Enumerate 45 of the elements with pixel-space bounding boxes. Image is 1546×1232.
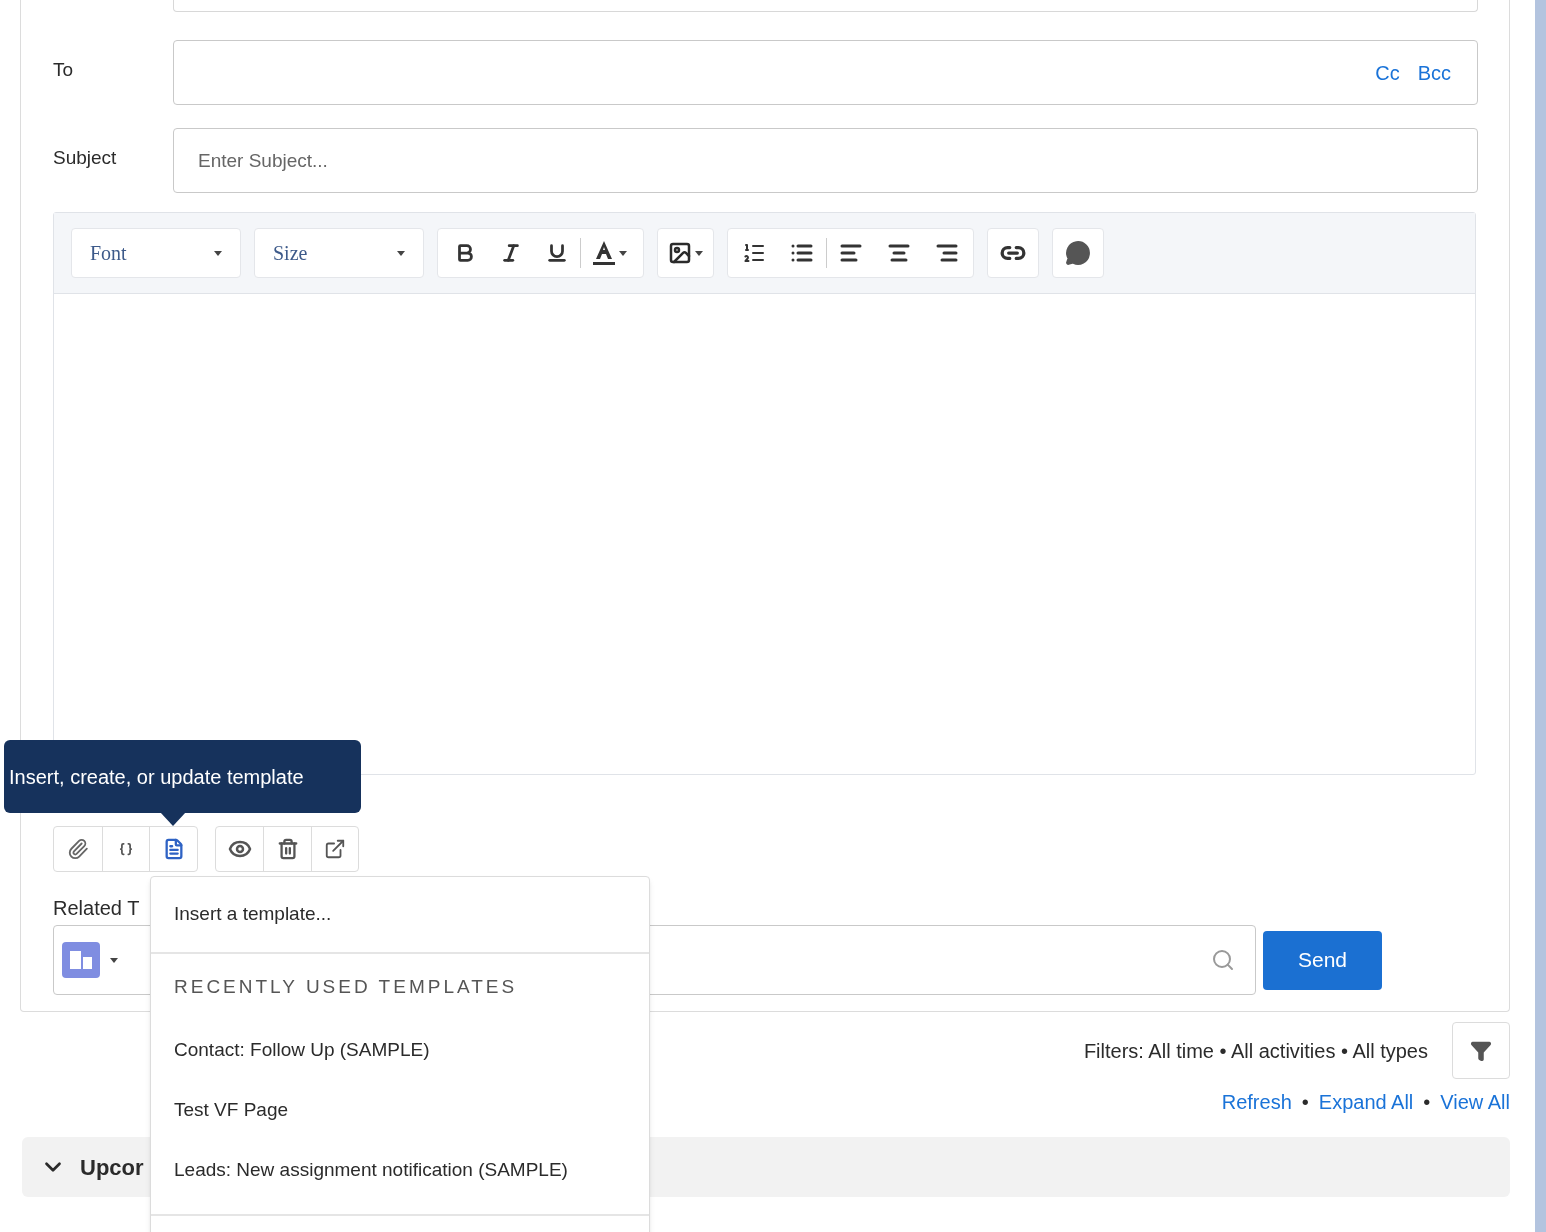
- filter-icon: [1470, 1039, 1492, 1062]
- size-dropdown[interactable]: Size: [254, 228, 424, 278]
- filter-button[interactable]: [1452, 1022, 1510, 1079]
- cc-link[interactable]: Cc: [1375, 57, 1400, 88]
- subject-label: Subject: [53, 146, 118, 170]
- caret-icon: [110, 957, 118, 963]
- menu-item[interactable]: Leads: New assignment notification (SAMPLE): [151, 1140, 649, 1200]
- caret-icon: [214, 250, 222, 256]
- menu-item[interactable]: Test VF Page: [151, 1080, 649, 1140]
- caret-icon: [695, 250, 703, 256]
- search-icon: [1211, 948, 1235, 972]
- paperclip-icon: [67, 838, 89, 860]
- action-link[interactable]: Expand All: [1318, 1087, 1414, 1117]
- speech-bubble-icon: [1065, 240, 1091, 266]
- to-field[interactable]: Cc Bcc: [173, 40, 1478, 105]
- font-dropdown[interactable]: Font: [71, 228, 241, 278]
- subject-field[interactable]: Enter Subject...: [173, 128, 1478, 193]
- filters-text: Filters: All time • All activities • All types: [1083, 1038, 1428, 1064]
- action-link[interactable]: Refresh: [1221, 1087, 1292, 1117]
- caret-icon: [397, 250, 405, 256]
- image-icon: [668, 241, 692, 265]
- external-link-icon: [324, 838, 346, 860]
- trash-icon: [276, 838, 299, 860]
- italic-icon: [500, 242, 522, 264]
- braces-icon: [119, 842, 133, 856]
- to-label: To: [53, 58, 75, 82]
- caret-icon: [619, 250, 627, 256]
- insert-template-item[interactable]: Insert a template...: [151, 877, 649, 954]
- section-title: Upcor: [80, 1153, 144, 1182]
- tooltip: Insert, create, or update template: [4, 740, 361, 813]
- separator: •: [1301, 1090, 1309, 1115]
- menu-item[interactable]: Contact: Follow Up (SAMPLE): [151, 1020, 649, 1080]
- input-field[interactable]: [173, 0, 1478, 12]
- record-type-icon: [62, 942, 100, 978]
- numbered-list-icon: [742, 241, 766, 265]
- menu-header: RECENTLY USED TEMPLATES: [173, 974, 519, 999]
- underline-icon: [546, 242, 568, 264]
- scrollbar[interactable]: [1535, 0, 1546, 1232]
- bcc-link[interactable]: Bcc: [1417, 57, 1451, 88]
- related-label: Related T: [53, 896, 140, 921]
- tooltip-pointer: [160, 812, 186, 826]
- send-button[interactable]: Send: [1263, 930, 1382, 990]
- action-link[interactable]: View All: [1440, 1087, 1510, 1117]
- separator: •: [1423, 1090, 1431, 1115]
- text-color-icon: [593, 240, 615, 266]
